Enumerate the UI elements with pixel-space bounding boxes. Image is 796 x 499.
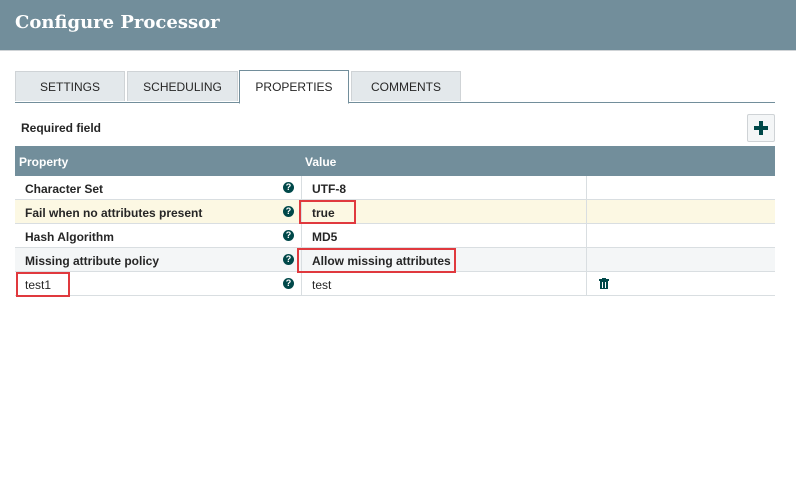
question-icon[interactable]: ? bbox=[283, 254, 294, 265]
column-divider bbox=[301, 224, 302, 248]
column-divider bbox=[586, 248, 587, 272]
property-name: Fail when no attributes present bbox=[25, 206, 203, 220]
table-row[interactable]: Hash Algorithm ? MD5 bbox=[15, 224, 775, 248]
column-divider bbox=[586, 224, 587, 248]
properties-grid: Property Value Character Set ? UTF-8 Fai… bbox=[15, 146, 775, 296]
property-name: Missing attribute policy bbox=[25, 254, 160, 268]
tab-scheduling[interactable]: SCHEDULING bbox=[127, 71, 238, 101]
tab-settings[interactable]: SETTINGS bbox=[15, 71, 125, 101]
question-icon[interactable]: ? bbox=[283, 206, 294, 217]
column-divider bbox=[301, 272, 302, 296]
table-row[interactable]: Missing attribute policy ? Allow missing… bbox=[15, 248, 775, 272]
grid-header: Property Value bbox=[15, 146, 775, 176]
required-field-label: Required field bbox=[21, 121, 102, 135]
property-name: Character Set bbox=[25, 182, 104, 196]
header-divider bbox=[0, 50, 796, 51]
tab-comments[interactable]: COMMENTS bbox=[351, 71, 461, 101]
tab-bar: SETTINGS SCHEDULING PROPERTIES COMMENTS bbox=[15, 70, 775, 104]
column-header-property[interactable]: Property bbox=[19, 155, 68, 169]
dialog-header: Configure Processor bbox=[0, 0, 796, 50]
table-row[interactable]: Character Set ? UTF-8 bbox=[15, 176, 775, 200]
column-divider bbox=[301, 176, 302, 200]
question-icon[interactable]: ? bbox=[283, 182, 294, 193]
property-value[interactable]: UTF-8 bbox=[312, 182, 346, 196]
tab-properties[interactable]: PROPERTIES bbox=[239, 70, 349, 104]
question-icon[interactable]: ? bbox=[283, 278, 294, 289]
table-row[interactable]: test1 ? test bbox=[15, 272, 775, 296]
column-divider bbox=[586, 200, 587, 224]
property-value[interactable]: Allow missing attributes bbox=[312, 254, 451, 268]
property-name: Hash Algorithm bbox=[25, 230, 114, 244]
column-divider bbox=[301, 248, 302, 272]
tab-underline bbox=[15, 102, 775, 103]
column-header-value[interactable]: Value bbox=[305, 155, 336, 169]
column-divider bbox=[586, 176, 587, 200]
column-divider bbox=[586, 272, 587, 296]
property-value[interactable]: MD5 bbox=[312, 230, 337, 244]
add-property-button[interactable] bbox=[747, 114, 775, 142]
dialog-title: Configure Processor bbox=[15, 12, 220, 33]
plus-icon bbox=[754, 121, 768, 135]
property-value[interactable]: test bbox=[312, 278, 331, 292]
question-icon[interactable]: ? bbox=[283, 230, 294, 241]
column-divider bbox=[301, 200, 302, 224]
property-value[interactable]: true bbox=[312, 206, 335, 220]
table-row[interactable]: Fail when no attributes present ? true bbox=[15, 200, 775, 224]
trash-icon[interactable] bbox=[599, 278, 609, 292]
property-name: test1 bbox=[25, 278, 52, 292]
